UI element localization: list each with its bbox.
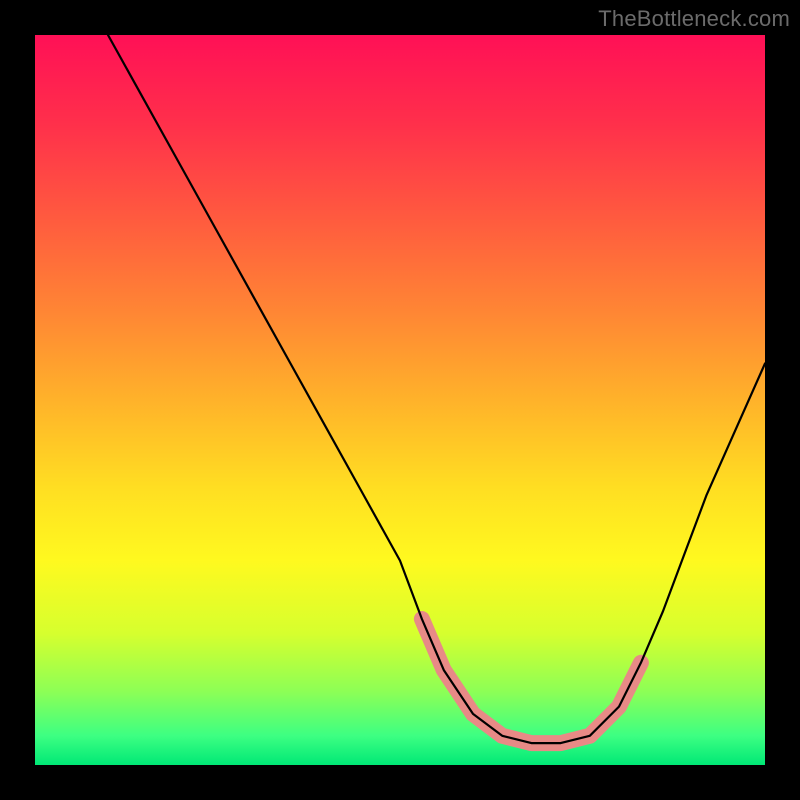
plot-area: [35, 35, 765, 765]
curve-layer: [35, 35, 765, 765]
chart-stage: TheBottleneck.com: [0, 0, 800, 800]
highlight-band: [422, 619, 641, 743]
watermark-label: TheBottleneck.com: [598, 6, 790, 32]
